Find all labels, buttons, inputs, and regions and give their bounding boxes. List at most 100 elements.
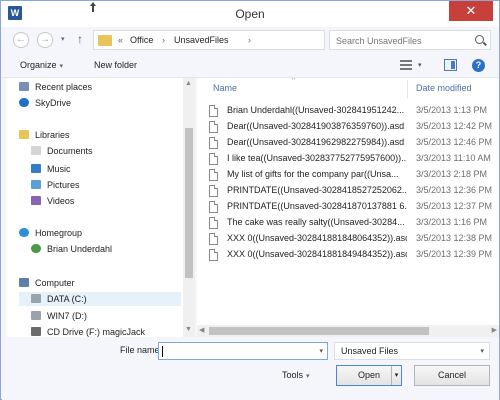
file-type-value: Unsaved Files: [341, 346, 399, 356]
sidebar-item-data-c[interactable]: DATA (C:): [19, 292, 181, 306]
file-date: 3/5/2013 12:36 PM: [416, 185, 493, 195]
chevron-down-icon: ▾: [480, 348, 484, 355]
help-icon[interactable]: ?: [472, 59, 485, 72]
user-icon: [31, 244, 41, 253]
file-row[interactable]: My list of gifts for the company par((Un…: [209, 168, 499, 182]
open-dialog: W Open ✕ ← → ▾ ↑ « Office › UnsavedFiles…: [0, 0, 500, 400]
skydrive-icon: [19, 98, 29, 107]
document-icon: [209, 185, 218, 197]
sidebar-item-label: Music: [47, 164, 71, 174]
file-name-input[interactable]: [162, 345, 310, 357]
search-box[interactable]: [329, 30, 491, 50]
file-row[interactable]: XXX 0((Unsaved-302841881849484352)).asd …: [209, 248, 499, 262]
column-header-date-modified[interactable]: Date modified: [416, 83, 472, 93]
chevron-right-icon[interactable]: ›: [162, 35, 165, 45]
scroll-up-icon[interactable]: ▲: [185, 80, 192, 87]
breadcrumb-overflow[interactable]: «: [118, 35, 123, 45]
file-row[interactable]: XXX 0((Unsaved-302841881848064352)).asd …: [209, 232, 499, 246]
sidebar-item-label: Libraries: [35, 130, 70, 140]
scroll-down-icon[interactable]: ▼: [185, 326, 192, 333]
sidebar-scrollbar[interactable]: ▲ ▼: [183, 78, 195, 337]
new-folder-button[interactable]: New folder: [94, 60, 137, 70]
chevron-down-icon: ▾: [306, 373, 310, 380]
homegroup-icon: [19, 228, 29, 237]
document-icon: [209, 169, 218, 181]
file-name: Dear((Unsaved-302841903876359760)).asd: [227, 121, 405, 131]
music-icon: [31, 164, 41, 173]
sidebar-item-label: CD Drive (F:) magicJack: [47, 327, 146, 337]
text-caret: [162, 346, 163, 357]
file-date: 3/3/2013 2:18 PM: [416, 169, 488, 179]
organize-label: Organize: [20, 60, 57, 70]
sidebar-scroll-thumb[interactable]: [185, 128, 193, 278]
file-name: Brian Underdahl((Unsaved-302841951242...: [227, 105, 405, 115]
change-view-icon[interactable]: [400, 60, 412, 70]
libraries-icon: [19, 130, 29, 139]
tools-menu[interactable]: Tools ▾: [282, 370, 310, 380]
recent-places-icon: [19, 82, 29, 91]
back-button[interactable]: ←: [13, 32, 29, 48]
cancel-button[interactable]: Cancel: [414, 365, 490, 386]
breadcrumb-office[interactable]: Office: [130, 35, 153, 45]
breadcrumb-unsavedfiles[interactable]: UnsavedFiles: [174, 35, 229, 45]
file-name: XXX 0((Unsaved-302841881849484352)).asd: [227, 249, 407, 259]
navigation-bar: ← → ▾ ↑ « Office › UnsavedFiles › ▾ ↻: [7, 28, 495, 52]
cd-drive-icon: [31, 327, 41, 336]
file-row[interactable]: I like tea((Unsaved-302837752775957600))…: [209, 152, 499, 166]
file-type-select[interactable]: Unsaved Files ▾: [334, 342, 490, 360]
title-bar: W Open ✕: [1, 1, 499, 27]
view-options-dropdown[interactable]: ▾: [418, 61, 422, 69]
file-date: 3/5/2013 12:42 PM: [416, 121, 493, 131]
horizontal-scroll-thumb[interactable]: [209, 327, 429, 335]
open-button[interactable]: Open ▾: [336, 365, 402, 386]
organize-menu[interactable]: Organize ▾: [20, 60, 63, 70]
forward-button[interactable]: →: [37, 32, 53, 48]
file-row[interactable]: Brian Underdahl((Unsaved-302841951242...…: [209, 104, 499, 118]
folder-icon: [98, 35, 112, 46]
sidebar-item-label: SkyDrive: [35, 98, 72, 108]
close-button[interactable]: ✕: [449, 1, 493, 21]
file-name-combobox[interactable]: ▾: [158, 342, 328, 360]
drive-icon: [31, 311, 41, 320]
file-date: 3/3/2013 11:10 AM: [416, 153, 491, 163]
sidebar-item-label: Documents: [47, 146, 93, 156]
file-name: The cake was really salty((Unsaved-30284…: [227, 217, 405, 227]
document-icon: [209, 217, 218, 229]
document-icon: [209, 153, 218, 165]
chevron-right-icon[interactable]: ›: [248, 35, 251, 45]
chevron-down-icon[interactable]: ▾: [319, 347, 323, 355]
file-name: Dear((Unsaved-302841962982275984)).asd: [227, 137, 405, 147]
file-date: 3/3/2013 1:16 PM: [416, 217, 488, 227]
scroll-right-icon[interactable]: ▶: [492, 326, 497, 334]
sidebar-item-label: WIN7 (D:): [47, 311, 87, 321]
search-input[interactable]: [336, 34, 466, 47]
open-options-dropdown[interactable]: ▾: [391, 366, 401, 385]
file-name-label: File name:: [120, 345, 163, 355]
drive-icon: [31, 294, 41, 303]
address-bar[interactable]: « Office › UnsavedFiles › ▾ ↻: [93, 30, 410, 50]
videos-icon: [31, 196, 41, 205]
preview-pane-icon[interactable]: [444, 59, 457, 71]
navigation-pane: Recent places SkyDrive Libraries Documen…: [7, 78, 195, 337]
file-list: Name ^ Date modified Brian Underdahl((Un…: [197, 78, 499, 337]
horizontal-scrollbar[interactable]: ◀ ▶: [197, 325, 499, 337]
column-divider[interactable]: [407, 80, 408, 98]
file-row[interactable]: PRINTDATE((Unsaved-302841870137881 6... …: [209, 200, 499, 214]
recent-locations-dropdown[interactable]: ▾: [61, 35, 65, 43]
up-level-button[interactable]: ↑: [77, 32, 83, 46]
file-date: 3/5/2013 12:46 PM: [416, 137, 493, 147]
file-name: PRINTDATE((Unsaved-3028418527252062...: [227, 185, 407, 195]
dialog-title: Open: [235, 7, 265, 21]
file-date: 3/5/2013 1:13 PM: [416, 105, 488, 115]
scroll-left-icon[interactable]: ◀: [199, 326, 204, 334]
file-date: 3/5/2013 12:37 PM: [416, 201, 493, 211]
search-icon[interactable]: [475, 35, 484, 44]
file-row[interactable]: The cake was really salty((Unsaved-30284…: [209, 216, 499, 230]
file-date: 3/5/2013 12:38 PM: [416, 233, 493, 243]
document-icon: [209, 233, 218, 245]
file-row[interactable]: PRINTDATE((Unsaved-3028418527252062... 3…: [209, 184, 499, 198]
file-row[interactable]: Dear((Unsaved-302841903876359760)).asd 3…: [209, 120, 499, 134]
file-row[interactable]: Dear((Unsaved-302841962982275984)).asd 3…: [209, 136, 499, 150]
document-icon: [209, 137, 218, 149]
column-header-name[interactable]: Name: [213, 83, 237, 93]
